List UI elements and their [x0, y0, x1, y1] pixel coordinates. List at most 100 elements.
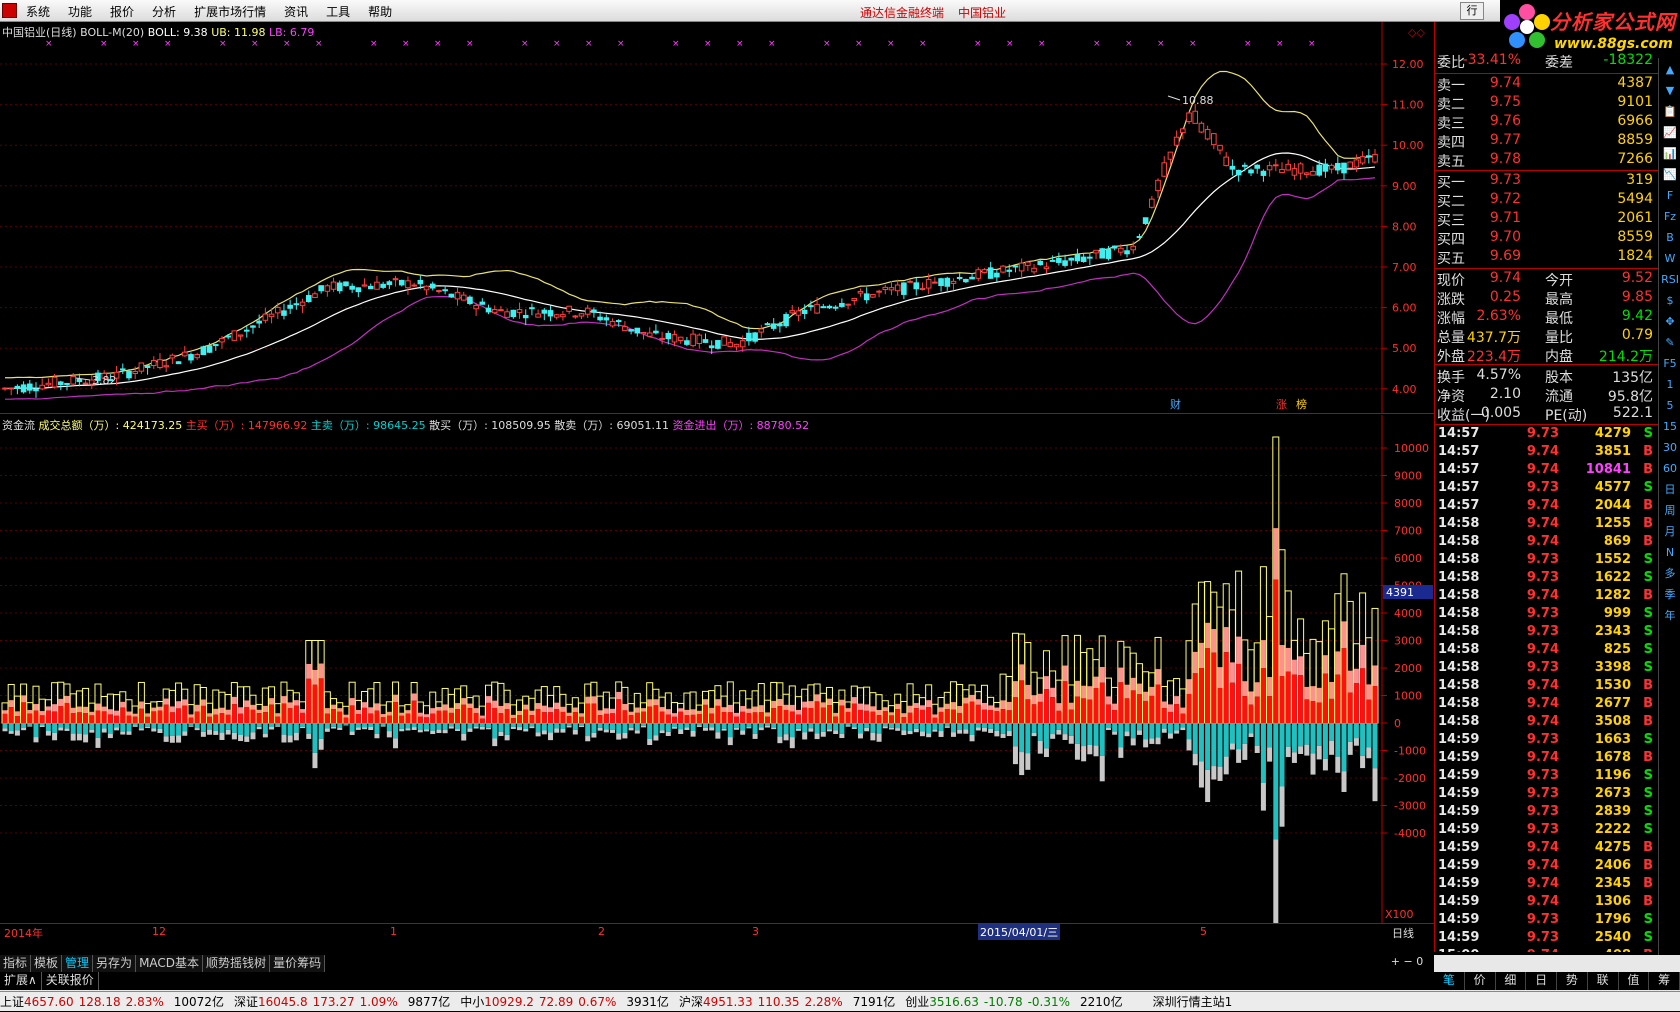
- retail-buy-bar: [740, 706, 746, 712]
- toolbar-icon[interactable]: 1: [1661, 376, 1679, 394]
- main-sell-bar: [1068, 723, 1074, 736]
- extend-tab[interactable]: 关联报价: [42, 972, 99, 990]
- fundflow-panel[interactable]: 1000090008000700060005000400030002000100…: [0, 415, 1434, 923]
- toolbar-icon[interactable]: ▼: [1661, 82, 1679, 100]
- main-buy-bar: [1236, 663, 1242, 723]
- toolbar-icon[interactable]: 📋: [1661, 103, 1679, 121]
- main-buy-bar: [349, 705, 355, 723]
- index-status[interactable]: 创业3516.63 -10.78 -0.31% 2210亿: [905, 995, 1122, 1009]
- main-sell-bar: [529, 723, 535, 727]
- toolbar-icon[interactable]: $: [1661, 292, 1679, 310]
- timeline-axis[interactable]: 2014年 12 1 2 3 2015/04/01/三 5 日线: [0, 923, 1434, 940]
- index-status[interactable]: 深证16045.8 173.27 1.09% 9877亿: [234, 995, 450, 1009]
- candle-body: [20, 384, 27, 393]
- toolbar-icon[interactable]: 📉: [1661, 166, 1679, 184]
- index-status[interactable]: 中小10929.2 72.89 0.67% 3931亿: [460, 995, 669, 1009]
- toolbar-icon[interactable]: 60: [1661, 460, 1679, 478]
- quote-tab[interactable]: 筹: [1649, 972, 1680, 990]
- main-buy-bar: [231, 704, 237, 723]
- signal-marker: ×: [704, 39, 712, 49]
- menu-item[interactable]: 系统: [26, 3, 50, 20]
- retail-sell-bar: [864, 727, 870, 732]
- menu-item[interactable]: 帮助: [368, 3, 392, 20]
- menu-item[interactable]: 工具: [326, 3, 350, 20]
- main-sell-bar: [653, 723, 659, 736]
- main-buy-bar: [901, 717, 907, 723]
- quote-tab[interactable]: 细: [1496, 972, 1527, 990]
- main-buy-bar: [845, 711, 851, 723]
- toolbar-icon[interactable]: ▲: [1661, 61, 1679, 79]
- quote-tab[interactable]: 笔: [1434, 972, 1465, 990]
- main-sell-bar: [1136, 723, 1142, 731]
- tick-price: 9.73: [1526, 804, 1559, 819]
- indicator-tab[interactable]: 顺势摇钱树: [203, 955, 271, 972]
- candle-body: [256, 320, 262, 324]
- toolbar-icon[interactable]: F: [1661, 187, 1679, 205]
- retail-buy-bar: [678, 708, 684, 712]
- toolbar-icon[interactable]: W: [1661, 250, 1679, 268]
- retail-sell-bar: [795, 728, 801, 731]
- retail-buy-bar: [876, 709, 882, 716]
- indicator-tab[interactable]: MACD基本: [136, 955, 204, 972]
- toolbar-icon[interactable]: 5: [1661, 397, 1679, 415]
- menu-item[interactable]: 功能: [68, 3, 92, 20]
- indicator-tab[interactable]: 管理: [62, 955, 94, 972]
- toolbar-icon[interactable]: 月: [1661, 523, 1679, 541]
- retail-sell-bar: [1056, 729, 1062, 735]
- toolbar-icon[interactable]: 📈: [1661, 124, 1679, 142]
- quote-tab[interactable]: 势: [1557, 972, 1588, 990]
- toolbar-icon[interactable]: ✎: [1661, 334, 1679, 352]
- retail-buy-bar: [225, 709, 231, 715]
- candle-body: [1211, 133, 1217, 146]
- quote-tab[interactable]: 日: [1526, 972, 1557, 990]
- toolbar-icon[interactable]: 30: [1661, 439, 1679, 457]
- toolbar-icon[interactable]: 季: [1661, 586, 1679, 604]
- toolbar-icon[interactable]: F5: [1661, 355, 1679, 373]
- menu-item[interactable]: 分析: [152, 3, 176, 20]
- toolbar-icon[interactable]: 周: [1661, 502, 1679, 520]
- toolbar-icon[interactable]: 日: [1661, 481, 1679, 499]
- indicator-tab[interactable]: 另存为: [93, 955, 137, 972]
- indicator-tabs: 指标 模板 管理 另存为 MACD基本 顺势摇钱树 量价筹码: [0, 955, 1398, 972]
- candle-body: [1006, 269, 1013, 272]
- main-sell-bar: [157, 723, 163, 729]
- retail-sell-bar: [888, 727, 894, 730]
- quote-toggle-button[interactable]: 行: [1460, 2, 1484, 20]
- toolbar-icon[interactable]: B: [1661, 229, 1679, 247]
- index-status[interactable]: 沪深4951.33 110.35 2.28% 7191亿: [679, 995, 895, 1009]
- candle-body: [82, 382, 89, 385]
- fundflow-chart[interactable]: 1000090008000700060005000400030002000100…: [0, 415, 1434, 923]
- retail-sell-bar: [386, 731, 392, 738]
- index-status[interactable]: 上证4657.60 128.18 2.83% 10072亿: [0, 995, 224, 1009]
- extend-tab[interactable]: 扩展∧: [0, 972, 42, 990]
- candle-body: [355, 287, 362, 293]
- toolbar-icon[interactable]: RSI: [1661, 271, 1679, 289]
- candle-body: [839, 302, 845, 307]
- quote-tab[interactable]: 值: [1619, 972, 1650, 990]
- toolbar-icon[interactable]: 📊: [1661, 145, 1679, 163]
- indicator-tab[interactable]: 指标: [0, 955, 32, 972]
- kline-header: 中国铝业(日线) BOLL-M(20) BOLL: 9.38 UB: 11.98…: [2, 24, 314, 40]
- kline-chart[interactable]: 12.0011.0010.009.008.007.006.005.004.00×…: [0, 22, 1434, 414]
- candle-body: [777, 323, 783, 327]
- zoom-controls[interactable]: + − 0: [1380, 955, 1434, 972]
- indicator-tab[interactable]: 模板: [31, 955, 63, 972]
- kline-panel[interactable]: 12.00 11.00 10.00 9.00 8.00 7.00 6.00 5.00 4.00 ×…: [0, 22, 1434, 414]
- retail-buy-bar: [1167, 704, 1173, 712]
- quote-tab[interactable]: 联: [1588, 972, 1619, 990]
- toolbar-icon[interactable]: Fz: [1661, 208, 1679, 226]
- toolbar-icon[interactable]: 多: [1661, 565, 1679, 583]
- quote-tab[interactable]: 价: [1465, 972, 1496, 990]
- main-sell-bar: [523, 723, 529, 729]
- tick-time: 14:57: [1438, 480, 1480, 495]
- toolbar-icon[interactable]: 年: [1661, 607, 1679, 625]
- main-sell-bar: [851, 723, 857, 728]
- indicator-tab[interactable]: 量价筹码: [270, 955, 326, 972]
- toolbar-icon[interactable]: N: [1661, 544, 1679, 562]
- toolbar-icon[interactable]: ✥: [1661, 313, 1679, 331]
- menu-item[interactable]: 扩展市场行情: [194, 3, 266, 20]
- menu-item[interactable]: 报价: [110, 3, 134, 20]
- toolbar-icon[interactable]: 15: [1661, 418, 1679, 436]
- main-buy-bar: [213, 714, 219, 723]
- menu-item[interactable]: 资讯: [284, 3, 308, 20]
